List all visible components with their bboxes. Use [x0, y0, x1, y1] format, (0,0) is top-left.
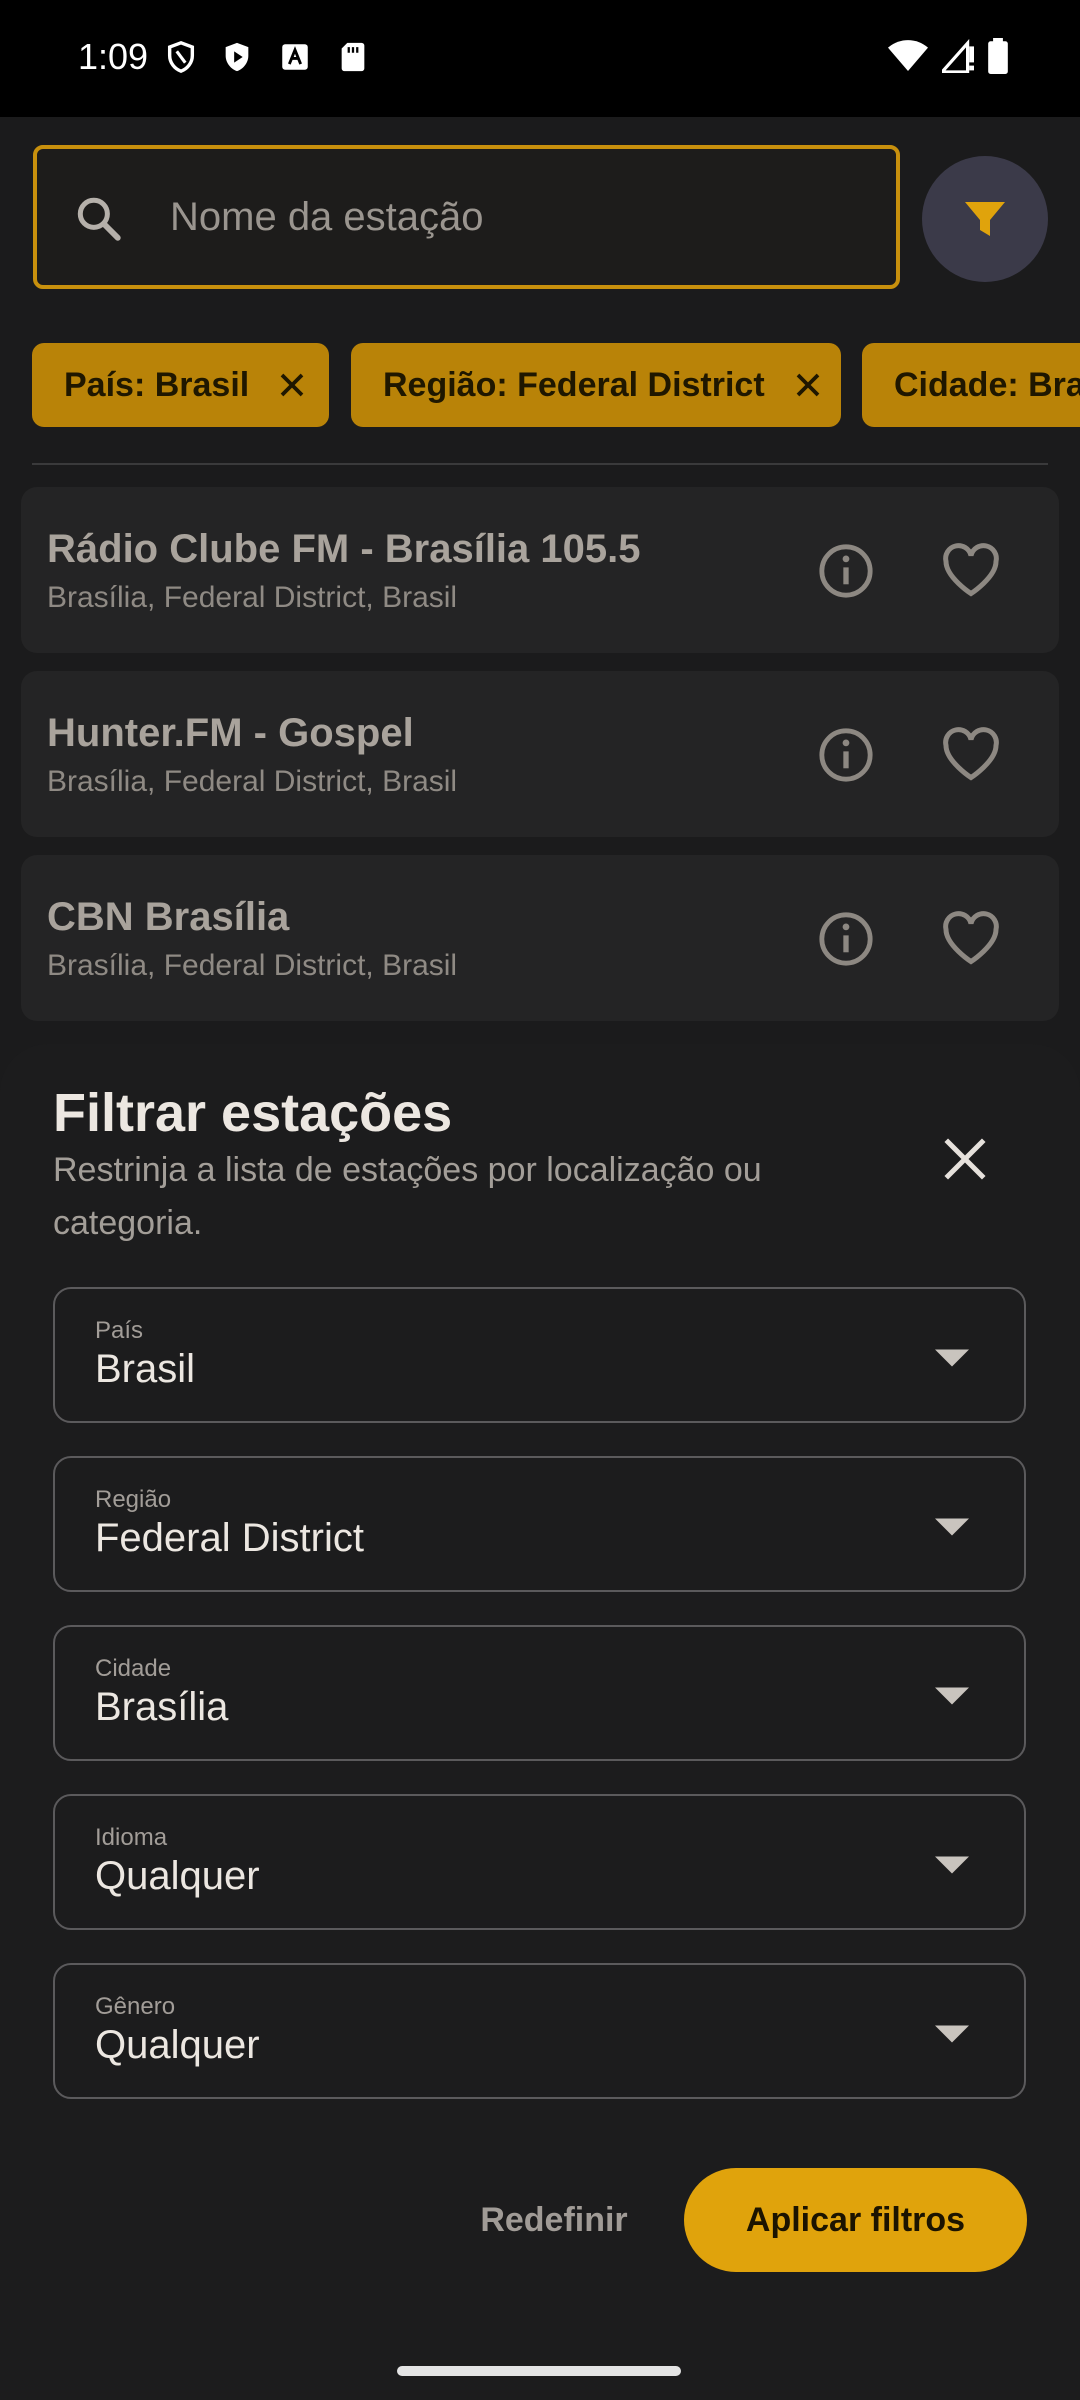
- reset-button[interactable]: Redefinir: [462, 2168, 646, 2272]
- shield-icon: [164, 40, 198, 74]
- field-label: Gênero: [95, 1993, 176, 2020]
- chip-region[interactable]: Região: Federal District: [351, 343, 841, 427]
- apply-filters-button[interactable]: Aplicar filtros: [684, 2168, 1027, 2272]
- chip-label: País: Brasil: [64, 365, 250, 404]
- dropdown-arrow-icon: [935, 1687, 969, 1705]
- field-label: Idioma: [95, 1824, 168, 1851]
- field-label: Cidade: [95, 1655, 172, 1682]
- filter-button[interactable]: [922, 156, 1048, 282]
- station-location: Brasília, Federal District, Brasil: [47, 949, 458, 982]
- station-card[interactable]: Hunter.FM - Gospel Brasília, Federal Dis…: [21, 671, 1059, 837]
- battery-icon: [988, 38, 1008, 74]
- dropdown-arrow-icon: [935, 1856, 969, 1874]
- chip-label: Região: Federal District: [383, 365, 765, 404]
- field-value: Qualquer: [95, 1854, 260, 1898]
- country-select[interactable]: País Brasil: [53, 1287, 1026, 1423]
- station-location: Brasília, Federal District, Brasil: [47, 581, 458, 614]
- field-value: Brasil: [95, 1347, 196, 1391]
- chip-country[interactable]: País: Brasil: [32, 343, 329, 427]
- dropdown-arrow-icon: [935, 1349, 969, 1367]
- close-icon[interactable]: [277, 370, 307, 400]
- heart-icon[interactable]: [941, 726, 1001, 784]
- system-icons: [888, 38, 1008, 74]
- close-icon[interactable]: [940, 1134, 990, 1184]
- station-card[interactable]: CBN Brasília Brasília, Federal District,…: [21, 855, 1059, 1021]
- wifi-icon: [888, 39, 928, 73]
- field-label: País: [95, 1317, 144, 1344]
- heart-icon[interactable]: [941, 542, 1001, 600]
- station-name: Hunter.FM - Gospel: [47, 711, 414, 755]
- station-location: Brasília, Federal District, Brasil: [47, 765, 458, 798]
- info-icon[interactable]: [817, 726, 875, 784]
- field-value: Federal District: [95, 1516, 364, 1560]
- chip-city[interactable]: Cidade: Brasília: [862, 343, 1080, 427]
- divider: [32, 463, 1048, 465]
- station-name: Rádio Clube FM - Brasília 105.5: [47, 527, 641, 571]
- play-protect-icon: [220, 40, 254, 74]
- signal-icon: [938, 38, 974, 74]
- station-name: CBN Brasília: [47, 895, 290, 939]
- a-icon: [278, 40, 312, 74]
- field-value: Brasília: [95, 1685, 229, 1729]
- dropdown-arrow-icon: [935, 2025, 969, 2043]
- chip-label: Cidade: Brasília: [894, 365, 1080, 404]
- heart-icon[interactable]: [941, 910, 1001, 968]
- sheet-title: Filtrar estações: [53, 1083, 453, 1143]
- genre-select[interactable]: Gênero Qualquer: [53, 1963, 1026, 2099]
- region-select[interactable]: Região Federal District: [53, 1456, 1026, 1592]
- filter-chips: País: Brasil Região: Federal District Ci…: [32, 343, 1080, 427]
- status-time: 1:09: [78, 36, 149, 77]
- close-icon[interactable]: [793, 370, 823, 400]
- field-label: Região: [95, 1486, 172, 1513]
- sd-card-icon: [336, 40, 370, 74]
- sheet-subtitle: Restrinja a lista de estações por locali…: [53, 1151, 762, 1242]
- field-value: Qualquer: [95, 2023, 260, 2067]
- city-select[interactable]: Cidade Brasília: [53, 1625, 1026, 1761]
- status-bar: 1:09: [0, 0, 1080, 117]
- filter-icon: [965, 202, 1005, 236]
- language-select[interactable]: Idioma Qualquer: [53, 1794, 1026, 1930]
- dropdown-arrow-icon: [935, 1518, 969, 1536]
- filter-sheet: Filtrar estações Restrinja a lista de es…: [0, 1044, 1080, 2400]
- info-icon[interactable]: [817, 910, 875, 968]
- info-icon[interactable]: [817, 542, 875, 600]
- home-indicator[interactable]: [397, 2366, 681, 2376]
- search-placeholder: Nome da estação: [170, 195, 484, 239]
- search-icon: [73, 193, 123, 243]
- search-input[interactable]: Nome da estação: [33, 145, 900, 289]
- station-card[interactable]: Rádio Clube FM - Brasília 105.5 Brasília…: [21, 487, 1059, 653]
